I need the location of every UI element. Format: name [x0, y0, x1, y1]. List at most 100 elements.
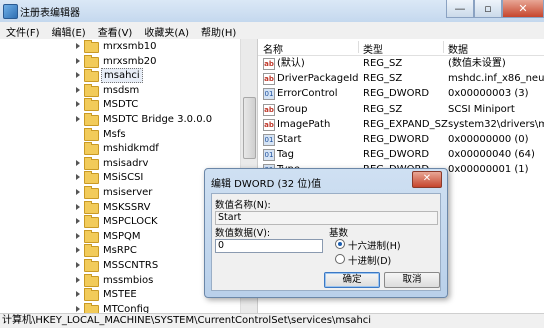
folder-icon	[84, 186, 99, 199]
tree-item[interactable]: msdsm	[0, 83, 240, 98]
expand-arrow-icon[interactable]	[76, 262, 80, 268]
binary-value-icon: 01	[263, 134, 275, 146]
hex-radio[interactable]	[335, 239, 345, 249]
column-name[interactable]: 名称	[263, 41, 283, 56]
folder-icon	[84, 98, 99, 112]
expand-arrow-icon[interactable]	[76, 116, 80, 122]
value-type: REG_DWORD	[363, 149, 430, 161]
value-data: 0x00000001 (1)	[448, 164, 529, 176]
value-data: 0x00000040 (64)	[448, 149, 535, 161]
window-controls: — ▫ ✕	[446, 0, 544, 18]
dialog-close-button[interactable]: ✕	[412, 171, 442, 188]
value-type: REG_DWORD	[363, 88, 430, 100]
menu-favorites[interactable]: 收藏夹(A)	[138, 22, 195, 39]
tree-item[interactable]: Msfs	[0, 127, 240, 142]
binary-value-icon: 01	[263, 88, 275, 101]
expand-arrow-icon[interactable]	[76, 276, 80, 283]
column-header: 名称 类型 数据	[258, 39, 544, 56]
folder-icon	[84, 259, 99, 272]
menu-view[interactable]: 查看(V)	[92, 22, 139, 39]
value-data: (数值未设置)	[448, 58, 506, 69]
tree-item-label: Msfs	[103, 128, 126, 140]
close-button[interactable]: ✕	[502, 0, 544, 18]
column-divider[interactable]	[443, 41, 444, 53]
expand-arrow-icon[interactable]	[76, 218, 80, 225]
expand-arrow-icon[interactable]	[76, 291, 80, 298]
title-bar: 注册表编辑器 — ▫ ✕	[0, 0, 544, 23]
tree-item-label: MSPQM	[103, 230, 141, 242]
value-name: ErrorControl	[277, 88, 338, 100]
tree-item[interactable]: MSDTC	[0, 97, 240, 112]
tree-item-label: MTConfig	[103, 303, 150, 313]
value-data-input[interactable]: 0	[215, 239, 323, 253]
value-data: SCSI Miniport	[448, 103, 515, 115]
maximize-button[interactable]: ▫	[474, 0, 502, 18]
expand-arrow-icon[interactable]	[76, 101, 80, 108]
value-row[interactable]: ab Group REG_SZ SCSI Miniport	[258, 102, 544, 117]
tree-item[interactable]: mrxsmb20	[0, 54, 240, 69]
column-divider[interactable]	[358, 41, 359, 53]
tree-item[interactable]: mshidkmdf	[0, 141, 240, 156]
expand-arrow-icon[interactable]	[76, 174, 80, 181]
folder-icon	[84, 273, 99, 287]
column-data[interactable]: 数据	[448, 41, 468, 56]
cancel-button[interactable]: 取消	[384, 272, 440, 288]
menu-file[interactable]: 文件(F)	[0, 22, 46, 39]
tree-item[interactable]: mrxsmb10	[0, 39, 240, 54]
expand-arrow-icon[interactable]	[76, 232, 80, 239]
value-type: REG_SZ	[363, 58, 403, 69]
minimize-button[interactable]: —	[446, 0, 474, 18]
tree-scrollbar-thumb[interactable]	[243, 97, 256, 159]
expand-arrow-icon[interactable]	[76, 203, 80, 210]
tree-item-label: mshidkmdf	[103, 143, 159, 155]
value-type: REG_EXPAND_SZ	[363, 118, 448, 130]
tree-item[interactable]: MTConfig	[0, 302, 240, 313]
value-data-label: 数值数据(V):	[215, 228, 271, 239]
tree-item-label: MSTEE	[103, 289, 137, 301]
expand-arrow-icon[interactable]	[76, 72, 80, 79]
tree-item-label: MsRPC	[103, 245, 137, 257]
folder-icon	[84, 200, 99, 214]
expand-arrow-icon[interactable]	[76, 305, 80, 312]
tree-item-label: mssmbios	[103, 274, 154, 286]
expand-arrow-icon[interactable]	[76, 57, 80, 64]
value-name: Start	[277, 134, 302, 145]
menu-help[interactable]: 帮助(H)	[195, 22, 242, 39]
ok-button[interactable]: 确定	[324, 272, 380, 288]
value-row[interactable]: 01 Start REG_DWORD 0x00000000 (0)	[258, 132, 544, 147]
expand-arrow-icon[interactable]	[76, 43, 80, 49]
expand-arrow-icon[interactable]	[76, 247, 80, 254]
folder-icon	[84, 40, 99, 53]
tree-item[interactable]: msahci	[0, 68, 240, 84]
value-row[interactable]: 01 ErrorControl REG_DWORD 0x00000003 (3)	[258, 86, 544, 101]
tree-item-label: mrxsmb20	[103, 55, 157, 67]
decimal-radio-label[interactable]: 十进制(D)	[348, 253, 391, 267]
expand-arrow-icon[interactable]	[76, 189, 80, 195]
tree-item-label: msahci	[101, 68, 143, 84]
folder-icon	[84, 83, 99, 97]
tree-item-label: msisadrv	[103, 157, 149, 169]
value-row[interactable]: ab ImagePath REG_EXPAND_SZ system32\drivers…	[258, 117, 544, 132]
expand-arrow-icon[interactable]	[76, 86, 80, 93]
value-name-label: 数值名称(N):	[215, 200, 271, 211]
hex-radio-label[interactable]: 十六进制(H)	[348, 238, 401, 252]
string-value-icon: ab	[263, 58, 275, 70]
value-name-field: Start	[215, 211, 438, 225]
status-bar: 计算机\HKEY_LOCAL_MACHINE\SYSTEM\CurrentCon…	[0, 313, 544, 328]
value-row[interactable]: ab (默认) REG_SZ (数值未设置)	[258, 56, 544, 71]
value-row[interactable]: ab DriverPackageId REG_SZ mshdc.inf_x86_neu…	[258, 71, 544, 86]
menu-edit[interactable]: 编辑(E)	[46, 22, 92, 39]
folder-icon	[84, 142, 99, 156]
value-type: REG_SZ	[363, 103, 403, 115]
expand-arrow-icon[interactable]	[76, 159, 80, 166]
decimal-radio[interactable]	[335, 254, 345, 264]
folder-icon	[84, 215, 99, 229]
tree-item-label: MSKSSRV	[103, 201, 151, 213]
column-type[interactable]: 类型	[363, 41, 383, 56]
value-row[interactable]: 01 Tag REG_DWORD 0x00000040 (64)	[258, 147, 544, 162]
tree-item[interactable]: MSDTC Bridge 3.0.0.0	[0, 112, 240, 127]
edit-dword-dialog: 编辑 DWORD (32 位)值 ✕ 数值名称(N): Start 数值数据(V…	[204, 168, 448, 298]
value-data: 0x00000003 (3)	[448, 88, 529, 100]
value-data: 0x00000000 (0)	[448, 134, 529, 145]
folder-icon	[84, 127, 99, 141]
